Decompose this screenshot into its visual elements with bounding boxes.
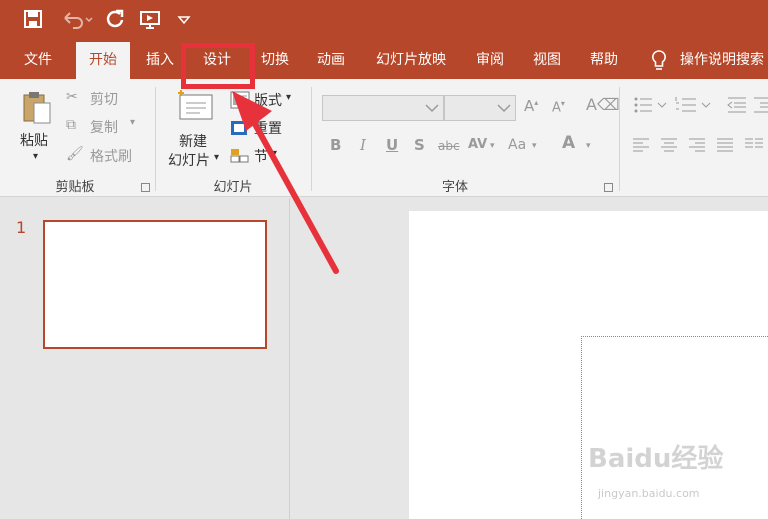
new-slide-label-1[interactable]: 新建 xyxy=(179,131,207,151)
clipboard-group-label: 剪贴板 xyxy=(55,180,95,195)
font-color-dropdown-icon[interactable]: ▾ xyxy=(586,141,591,151)
copy-icon[interactable]: ⧉ xyxy=(66,117,76,133)
paste-button[interactable]: 粘贴 xyxy=(20,130,48,150)
format-painter-icon[interactable]: 🖌 xyxy=(66,146,84,162)
tab-transitions[interactable]: 切换 xyxy=(249,42,301,79)
new-slide-button[interactable]: 幻灯片 xyxy=(168,150,210,170)
tab-view[interactable]: 视图 xyxy=(521,42,573,79)
shadow-icon[interactable]: S xyxy=(414,136,425,154)
baidu-watermark-url: jingyan.baidu.com xyxy=(598,487,700,500)
font-group-label: 字体 xyxy=(441,180,468,195)
numbering-icon[interactable] xyxy=(674,95,714,119)
new-slide-icon[interactable] xyxy=(176,89,216,127)
align-left-icon[interactable] xyxy=(632,137,650,157)
baidu-watermark: Baidu经验 xyxy=(588,444,724,474)
tab-home[interactable]: 开始 xyxy=(76,42,130,79)
decrease-indent-icon[interactable] xyxy=(726,95,748,119)
underline-icon[interactable]: U xyxy=(386,136,398,154)
align-right-icon[interactable] xyxy=(688,137,706,157)
tab-insert[interactable]: 插入 xyxy=(134,42,186,79)
font-size-dropdown-icon[interactable] xyxy=(496,97,512,121)
tab-help[interactable]: 帮助 xyxy=(578,42,630,79)
copy-dropdown-icon[interactable]: ▾ xyxy=(130,117,135,128)
copy-button[interactable]: 复制 xyxy=(90,117,118,137)
increase-indent-icon[interactable] xyxy=(752,95,768,119)
font-color-icon[interactable]: A xyxy=(562,133,575,153)
bullets-icon[interactable] xyxy=(632,95,668,119)
justify-icon[interactable] xyxy=(716,137,734,157)
ribbon-home: 粘贴 ▾ ✂ 剪切 ⧉ 复制 ▾ 🖌 格式刷 剪贴板 新建 幻灯片 ▾ 版式 ▾… xyxy=(0,79,768,197)
cut-button[interactable]: 剪切 xyxy=(90,89,118,109)
new-slide-dropdown-icon[interactable]: ▾ xyxy=(214,152,219,163)
font-launcher-icon[interactable] xyxy=(604,183,613,192)
clipboard-launcher-icon[interactable] xyxy=(141,183,150,192)
character-spacing-dropdown-icon[interactable]: ▾ xyxy=(490,141,495,151)
format-painter-button[interactable]: 格式刷 xyxy=(90,146,132,166)
tell-me-search[interactable]: 操作说明搜索 xyxy=(680,42,768,79)
increase-font-icon[interactable]: A▴ xyxy=(524,97,538,115)
strikethrough-icon[interactable]: abc xyxy=(438,139,460,153)
paste-icon[interactable] xyxy=(22,89,52,129)
change-case-dropdown-icon[interactable]: ▾ xyxy=(532,141,537,151)
title-bar xyxy=(0,0,768,42)
character-spacing-icon[interactable]: AV xyxy=(468,137,487,152)
ribbon-tabs: 文件 开始 插入 设计 切换 动画 幻灯片放映 审阅 视图 帮助 操作说明搜索 xyxy=(0,42,768,79)
tab-slideshow[interactable]: 幻灯片放映 xyxy=(362,42,460,79)
save-icon[interactable] xyxy=(22,8,46,32)
font-name-dropdown-icon[interactable] xyxy=(424,97,440,121)
divider xyxy=(619,87,620,191)
design-tab-highlight xyxy=(181,43,255,89)
align-center-icon[interactable] xyxy=(660,137,678,157)
cut-icon[interactable]: ✂ xyxy=(66,89,78,105)
clear-formatting-icon[interactable]: A⌫ xyxy=(586,95,620,114)
slideshow-icon[interactable] xyxy=(138,8,166,32)
annotation-arrow-icon xyxy=(232,91,339,274)
tab-animations[interactable]: 动画 xyxy=(305,42,357,79)
paste-dropdown-icon[interactable]: ▾ xyxy=(33,151,38,162)
redo-icon[interactable] xyxy=(104,8,128,32)
lightbulb-icon xyxy=(646,42,672,79)
italic-icon[interactable]: I xyxy=(360,136,366,154)
slide-number: 1 xyxy=(16,218,27,237)
customize-toolbar-icon[interactable] xyxy=(176,8,194,32)
change-case-icon[interactable]: Aa xyxy=(508,137,526,153)
columns-icon[interactable] xyxy=(744,137,764,157)
undo-icon[interactable] xyxy=(60,8,94,32)
tab-review[interactable]: 审阅 xyxy=(464,42,516,79)
divider xyxy=(155,87,156,191)
tab-file[interactable]: 文件 xyxy=(12,42,64,79)
decrease-font-icon[interactable]: A▾ xyxy=(552,99,565,115)
